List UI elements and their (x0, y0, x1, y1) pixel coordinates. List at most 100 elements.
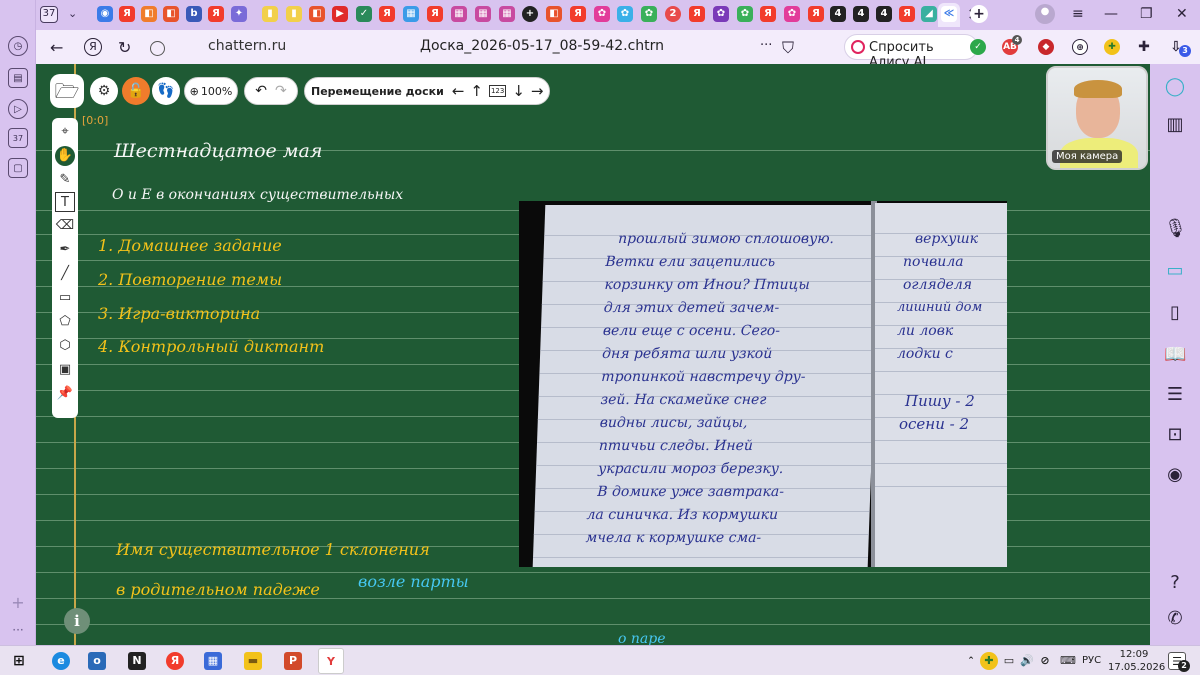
cube-tool-icon[interactable]: ⬡ (55, 336, 75, 356)
yandex-icon[interactable]: Я (84, 38, 102, 56)
layout-icon[interactable]: ▥ (1164, 114, 1186, 136)
tab-favicon[interactable]: ◉ (97, 6, 113, 22)
tab-yandex-favicon[interactable]: Я (427, 6, 443, 22)
tab-yandex-favicon[interactable]: Я (570, 6, 586, 22)
tray-chevron-icon[interactable]: ⌃ (962, 652, 980, 670)
chat-icon[interactable]: ☰ (1164, 384, 1186, 406)
record-icon[interactable]: ◉ (1164, 464, 1186, 486)
store-icon[interactable]: ▦ (204, 652, 222, 670)
powerpoint-icon[interactable]: P (284, 652, 302, 670)
text-tool-icon[interactable]: T (55, 192, 75, 212)
outlook-icon[interactable]: o (88, 652, 106, 670)
tab-yandex-favicon[interactable]: Я (899, 6, 915, 22)
tab-favicon[interactable]: ✦ (231, 6, 247, 22)
new-tab-button[interactable]: + (970, 5, 988, 23)
restore-button[interactable]: ❐ (1140, 6, 1153, 22)
url-text[interactable]: chattern.ru (208, 38, 286, 54)
footprints-button[interactable]: 👣 (152, 77, 180, 105)
arrow-left-icon[interactable]: ← (452, 82, 465, 100)
back-button[interactable]: ← (50, 38, 63, 57)
info-icon[interactable]: i (64, 608, 90, 634)
ask-alice-button[interactable]: Спросить Алису AI (844, 34, 978, 70)
tab-favicon[interactable]: ◧ (141, 6, 157, 22)
arrow-down-icon[interactable]: ↓ (512, 82, 525, 100)
tab-favicon[interactable]: ◧ (163, 6, 179, 22)
tab-favicon[interactable]: ✿ (737, 6, 753, 22)
tray-app-icon[interactable]: ✚ (980, 652, 998, 670)
screen-share-icon[interactable]: ⊡ (1164, 424, 1186, 446)
account-icon[interactable]: ◯ (1164, 76, 1186, 98)
history-icon[interactable]: ◷ (8, 36, 28, 56)
tab-favicon[interactable]: ▮ (286, 6, 302, 22)
arrow-right-icon[interactable]: → (531, 82, 544, 100)
tab-favicon[interactable]: ✿ (641, 6, 657, 22)
tab-favicon[interactable]: ≪ (941, 6, 957, 22)
tab-yandex-favicon[interactable]: Я (379, 6, 395, 22)
tab-favicon[interactable]: 2 (665, 6, 681, 22)
network-icon[interactable]: ⊘ (1036, 652, 1054, 670)
pen-tool-icon[interactable]: ✒ (55, 240, 75, 260)
screenshot-icon[interactable]: ▢ (8, 158, 28, 178)
redo-icon[interactable]: ↷ (275, 83, 287, 99)
tab-favicon[interactable]: ✿ (617, 6, 633, 22)
menu-icon[interactable]: ≡ (1072, 6, 1084, 22)
keyboard-icon[interactable]: ⌨ (1056, 652, 1080, 670)
tab-favicon[interactable]: ▶ (332, 6, 348, 22)
notes-icon[interactable]: ▤ (8, 68, 28, 88)
arrow-up-icon[interactable]: ↑ (470, 82, 483, 100)
notion-icon[interactable]: N (128, 652, 146, 670)
tab-yandex-favicon[interactable]: Я (689, 6, 705, 22)
polygon-tool-icon[interactable]: ⬠ (55, 312, 75, 332)
phone-icon[interactable]: ✆ (1164, 608, 1186, 630)
shield-icon[interactable]: ✓ (970, 39, 986, 55)
tab-favicon[interactable]: b (186, 6, 202, 22)
pin-tool-icon[interactable]: 📌 (55, 384, 75, 404)
tab-yandex-favicon[interactable]: Я (808, 6, 824, 22)
profile-icon[interactable]: ● (1035, 4, 1055, 24)
language-indicator[interactable]: РУС (1082, 655, 1101, 666)
tab-favicon[interactable]: ✿ (784, 6, 800, 22)
zoom-control[interactable]: ⊕ 100% (184, 77, 238, 105)
windows-start-icon[interactable]: ⊞ (10, 652, 28, 670)
lock-button[interactable]: 🔓 (122, 77, 150, 105)
explorer-icon[interactable]: ▬ (244, 652, 262, 670)
extensions-puzzle-icon[interactable]: ✚ (1136, 39, 1152, 55)
tab-yandex-favicon[interactable]: Я (119, 6, 135, 22)
tab-favicon[interactable]: ▮ (262, 6, 278, 22)
select-tool-icon[interactable]: ⌖ (55, 122, 75, 142)
grid-reset-icon[interactable]: 123 (488, 85, 507, 97)
tab-favicon[interactable]: 4 (830, 6, 846, 22)
help-icon[interactable]: ? (1164, 572, 1186, 594)
tab-yandex-favicon[interactable]: Я (760, 6, 776, 22)
tab-count-badge[interactable]: 37 (40, 6, 58, 23)
bookmark-icon[interactable]: ⛉ (782, 38, 794, 58)
camera-preview[interactable]: Моя камера (1046, 66, 1148, 170)
notebook-photo[interactable]: прошлый зимою сплошовую. Ветки ели зацеп… (519, 201, 1007, 567)
yandex-app-icon[interactable]: Y (318, 648, 344, 674)
volume-icon[interactable]: 🔊 (1018, 652, 1036, 670)
line-tool-icon[interactable]: ╱ (55, 264, 75, 284)
minimize-button[interactable]: — (1104, 6, 1118, 22)
tab-favicon[interactable]: ▦ (475, 6, 491, 22)
battery-icon[interactable]: ▭ (1000, 652, 1018, 670)
tab-favicon[interactable]: ◢ (921, 6, 937, 22)
tab-favicon[interactable]: ✿ (713, 6, 729, 22)
tab-favicon[interactable]: ✿ (594, 6, 610, 22)
eraser-tool-icon[interactable]: ⌫ (55, 216, 75, 236)
tab-favicon[interactable]: ◧ (546, 6, 562, 22)
tab-favicon[interactable]: ▦ (499, 6, 515, 22)
clipboard-icon[interactable]: ▯ (1164, 302, 1186, 324)
more-icon[interactable]: ··· (8, 620, 28, 640)
mic-off-icon[interactable]: 🎙 (1164, 218, 1187, 240)
open-folder-button[interactable]: 🗁 (50, 74, 84, 108)
extension-icon[interactable]: ✚ (1104, 39, 1120, 55)
settings-button[interactable]: ⚙ (90, 77, 118, 105)
chevron-down-icon[interactable]: ⌄ (68, 7, 77, 20)
hand-tool-icon[interactable]: ✋ (55, 146, 75, 166)
tab-favicon[interactable]: 4 (876, 6, 892, 22)
undo-icon[interactable]: ↶ (255, 83, 267, 99)
tab-counter-icon[interactable]: 37 (8, 128, 28, 148)
tab-favicon[interactable]: + (522, 6, 538, 22)
play-icon[interactable]: ▷ (8, 99, 28, 119)
reload-button[interactable]: ↻ (118, 38, 131, 57)
